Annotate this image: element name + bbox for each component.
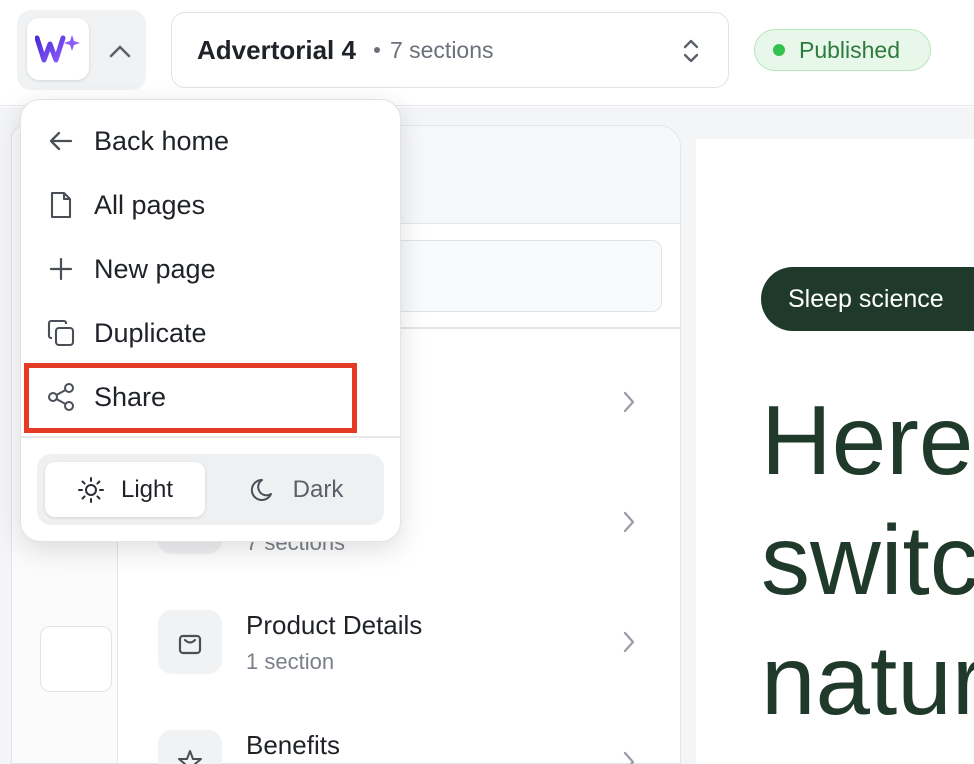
menu-item-new-page[interactable]: New page — [21, 241, 400, 297]
menu-item-label: New page — [94, 253, 216, 284]
menu-item-label: Duplicate — [94, 317, 207, 348]
preview-headline: Here switc natur — [761, 380, 974, 740]
highlight-annotation — [24, 363, 357, 433]
headline-line: natur — [761, 625, 974, 735]
page-section-count: 7 sections — [373, 37, 494, 64]
app-dropdown-menu: Back home All pages New page Duplicate S… — [20, 99, 401, 542]
theme-toggle: Light Dark — [37, 454, 384, 525]
copy-icon — [46, 318, 76, 348]
theme-dark-button[interactable]: Dark — [217, 462, 377, 517]
shopping-bag-icon — [158, 610, 222, 674]
status-badge[interactable]: Published — [754, 29, 931, 71]
moon-icon — [250, 478, 272, 501]
preview-tag: Sleep science — [761, 267, 974, 331]
top-bar: Advertorial 4 7 sections Published — [0, 0, 974, 106]
menu-divider — [21, 436, 400, 438]
theme-light-label: Light — [120, 475, 174, 503]
list-item-product-details[interactable]: Product Details 1 section — [158, 610, 658, 674]
chevron-right-icon — [623, 391, 635, 413]
headline-line: Here — [761, 385, 974, 495]
page-selector[interactable]: Advertorial 4 7 sections — [171, 12, 729, 88]
chevron-up-icon[interactable] — [105, 36, 135, 66]
chevron-right-icon — [623, 631, 635, 653]
app-logo[interactable] — [27, 18, 89, 80]
row-title: Product Details — [246, 610, 423, 640]
menu-item-label: All pages — [94, 189, 206, 220]
file-icon — [46, 190, 76, 220]
menu-item-back-home[interactable]: Back home — [21, 113, 400, 169]
theme-dark-label: Dark — [292, 475, 344, 503]
status-dot-icon — [773, 44, 785, 56]
app-menu-trigger[interactable] — [17, 10, 146, 90]
menu-item-all-pages[interactable]: All pages — [21, 177, 400, 233]
page-title: Advertorial 4 — [197, 34, 356, 65]
arrow-left-icon — [46, 126, 76, 156]
star-icon — [158, 730, 222, 764]
list-item-benefits[interactable]: Benefits — [158, 730, 658, 764]
menu-item-duplicate[interactable]: Duplicate — [21, 305, 400, 361]
headline-line: switc — [761, 505, 974, 615]
theme-light-button[interactable]: Light — [45, 462, 205, 517]
chevron-up-down-icon — [683, 39, 699, 63]
plus-icon — [46, 254, 76, 284]
logo-icon — [35, 35, 80, 63]
chevron-right-icon — [623, 511, 635, 533]
chevron-right-icon — [623, 751, 635, 764]
row-subtitle: 1 section — [246, 649, 335, 674]
status-label: Published — [799, 36, 901, 63]
row-title: Benefits — [246, 730, 340, 760]
rail-button[interactable] — [40, 626, 112, 692]
menu-item-label: Back home — [94, 125, 230, 156]
sun-icon — [77, 476, 104, 503]
